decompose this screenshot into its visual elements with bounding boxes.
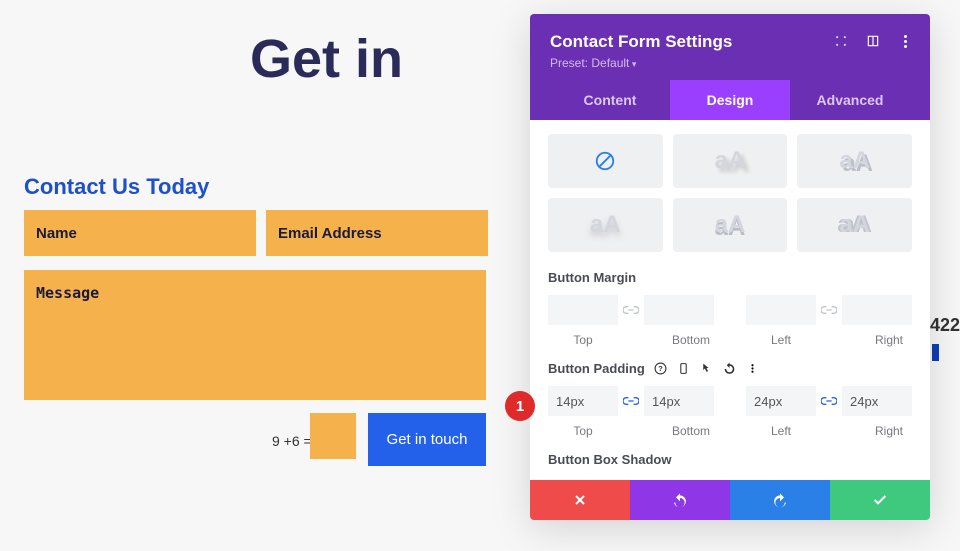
padding-right-input[interactable] [842, 386, 912, 416]
label-bottom: Bottom [656, 333, 726, 347]
label-top: Top [548, 333, 618, 347]
contact-subheading: Contact Us Today [24, 174, 209, 200]
expand-icon[interactable] [834, 34, 848, 48]
label-left: Left [746, 333, 816, 347]
message-field[interactable] [24, 270, 486, 400]
option-icons: ? [654, 362, 759, 375]
label-bottom: Bottom [656, 424, 726, 438]
panel-footer [530, 480, 930, 520]
name-field[interactable] [24, 210, 256, 256]
margin-top-input[interactable] [548, 295, 618, 325]
page-heading: Get in [250, 28, 403, 90]
more-icon[interactable] [746, 362, 759, 375]
save-button[interactable] [830, 480, 930, 520]
undo-button[interactable] [630, 480, 730, 520]
tab-advanced[interactable]: Advanced [790, 80, 910, 120]
captcha-field[interactable] [310, 413, 356, 459]
email-field[interactable] [266, 210, 488, 256]
menu-icon[interactable] [898, 34, 912, 48]
button-padding-label: Button Padding ? [548, 361, 912, 376]
text-shadow-option-4[interactable]: aA [548, 198, 663, 252]
reset-icon[interactable] [723, 362, 736, 375]
panel-header: Contact Form Settings Preset: Default Co… [530, 14, 930, 120]
text-shadow-option-3[interactable]: aA [797, 134, 912, 188]
text-shadow-grid: aA aA aA aA aA [548, 134, 912, 252]
button-margin-label: Button Margin [548, 270, 912, 285]
label-top: Top [548, 424, 618, 438]
annotation-badge-1: 1 [505, 391, 535, 421]
text-shadow-option-2[interactable]: aA [673, 134, 788, 188]
edge-block [932, 344, 939, 361]
label-right: Right [854, 424, 924, 438]
redo-button[interactable] [730, 480, 830, 520]
link-icon[interactable] [618, 295, 644, 325]
text-shadow-option-6[interactable]: aA [797, 198, 912, 252]
panel-body: aA aA aA aA aA Button Margin Top Bottom [530, 120, 930, 480]
text-shadow-option-5[interactable]: aA [673, 198, 788, 252]
help-icon[interactable]: ? [654, 362, 667, 375]
link-icon[interactable] [618, 386, 644, 416]
label-right: Right [854, 333, 924, 347]
tab-design[interactable]: Design [670, 80, 790, 120]
button-boxshadow-label: Button Box Shadow [548, 452, 912, 467]
margin-left-input[interactable] [746, 295, 816, 325]
panel-header-icons [834, 34, 912, 48]
text-shadow-none[interactable] [548, 134, 663, 188]
preset-dropdown[interactable]: Preset: Default [550, 56, 910, 70]
padding-left-input[interactable] [746, 386, 816, 416]
svg-text:?: ? [658, 364, 663, 373]
hover-icon[interactable] [700, 362, 713, 375]
tabs: Content Design Advanced [550, 80, 910, 120]
layout-icon[interactable] [866, 34, 880, 48]
padding-row: Top Bottom Left Right [548, 386, 912, 438]
padding-top-input[interactable] [548, 386, 618, 416]
phone-icon[interactable] [677, 362, 690, 375]
settings-panel: Contact Form Settings Preset: Default Co… [530, 14, 930, 520]
submit-button[interactable]: Get in touch [368, 413, 486, 466]
label-left: Left [746, 424, 816, 438]
edge-number: 422 [930, 315, 960, 336]
padding-bottom-input[interactable] [644, 386, 714, 416]
tab-content[interactable]: Content [550, 80, 670, 120]
margin-row: Top Bottom Left Right [548, 295, 912, 347]
link-icon[interactable] [816, 386, 842, 416]
margin-bottom-input[interactable] [644, 295, 714, 325]
link-icon[interactable] [816, 295, 842, 325]
margin-right-input[interactable] [842, 295, 912, 325]
captcha-label: 9 +6 = [272, 433, 312, 449]
cancel-button[interactable] [530, 480, 630, 520]
